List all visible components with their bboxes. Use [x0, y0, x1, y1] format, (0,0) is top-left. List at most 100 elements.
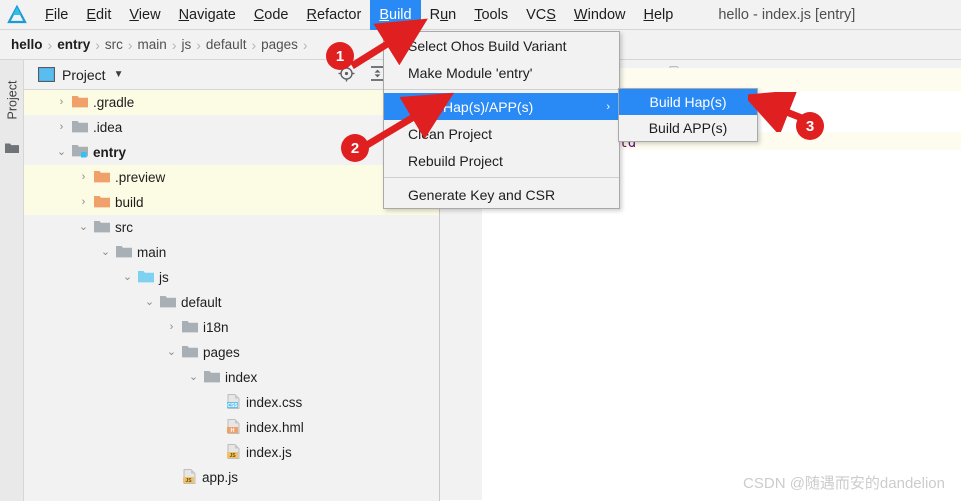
tree-row-label: build	[115, 195, 144, 210]
menu-item-window[interactable]: Window	[565, 0, 635, 30]
breadcrumb-item-default[interactable]: default	[203, 37, 250, 52]
tree-row[interactable]: ⌄ main	[24, 240, 439, 265]
tree-row[interactable]: › .gradle	[24, 90, 439, 115]
tree-row[interactable]: ⌄ default	[24, 290, 439, 315]
breadcrumb-item-hello[interactable]: hello	[8, 37, 46, 52]
menu-item-file[interactable]: File	[36, 0, 77, 30]
menu-mnemonic: F	[45, 6, 54, 23]
breadcrumb-item-main[interactable]: main	[135, 37, 170, 52]
menu-item-edit[interactable]: Edit	[77, 0, 120, 30]
svg-text:H: H	[231, 427, 235, 433]
tree-row[interactable]: ⌄ entry	[24, 140, 439, 165]
build-menu-item-generate-key-and-csr[interactable]: Generate Key and CSR	[384, 181, 619, 208]
svg-text:JS: JS	[185, 477, 192, 483]
tree-row[interactable]: JS app.js	[24, 465, 439, 490]
menu-item-vcs[interactable]: VCS	[517, 0, 565, 30]
menu-item-help[interactable]: Help	[634, 0, 682, 30]
menu-item-view[interactable]: View	[120, 0, 169, 30]
menu-separator	[384, 89, 619, 90]
tree-row[interactable]: ⌄ js	[24, 265, 439, 290]
build-menu-item-label: Generate Key and CSR	[408, 186, 556, 203]
folder-icon[interactable]	[5, 142, 19, 157]
build-submenu-item-build-hap-s[interactable]: Build Hap(s)	[619, 89, 757, 115]
chevron-right-icon: ›	[606, 100, 610, 113]
chevron-right-icon[interactable]: ›	[78, 172, 89, 183]
menu-bar: File Edit View Navigate Code Refactor Build Run…	[0, 0, 961, 30]
breadcrumb-item-pages[interactable]: pages	[258, 37, 301, 52]
menu-items: File Edit View Navigate Code Refactor Build Run…	[36, 0, 682, 30]
folder-orange-icon	[94, 170, 110, 186]
menu-item-build[interactable]: Build	[370, 0, 421, 30]
folder-orange-icon	[72, 95, 88, 111]
annotation-badge-3: 3	[796, 112, 824, 140]
build-menu-item-select-ohos-build-variant[interactable]: Select Ohos Build Variant	[384, 32, 619, 59]
folder-module-icon	[72, 144, 88, 161]
tree-row-label: .preview	[115, 170, 166, 185]
build-menu-item-rebuild-project[interactable]: Rebuild Project	[384, 147, 619, 174]
breadcrumb-item-entry[interactable]: entry	[54, 37, 93, 52]
build-menu-dropdown[interactable]: Select Ohos Build Variant Make Module 'en…	[383, 31, 620, 209]
chevron-down-icon[interactable]: ▼	[114, 69, 124, 80]
chevron-right-icon[interactable]: ›	[56, 122, 67, 133]
tree-row[interactable]: ⌄ pages	[24, 340, 439, 365]
tool-window-tab-project[interactable]: Project	[0, 66, 24, 134]
breadcrumb-separator: ›	[196, 36, 201, 53]
build-submenu-item-build-app-s[interactable]: Build APP(s)	[619, 115, 757, 141]
chevron-down-icon[interactable]: ⌄	[100, 247, 111, 258]
menu-item-navigate[interactable]: Navigate	[170, 0, 245, 30]
project-panel: Project ▼ › .gradle › .idea ⌄ entry › .p…	[24, 60, 440, 501]
window-title: hello - index.js [entry]	[718, 6, 856, 23]
build-menu-item-label: Clean Project	[408, 125, 493, 142]
tree-row-label: .gradle	[93, 95, 135, 110]
folder-gray-icon	[204, 370, 220, 386]
folder-gray-icon	[116, 245, 132, 261]
chevron-down-icon[interactable]: ⌄	[144, 297, 155, 308]
chevron-right-icon[interactable]: ›	[166, 322, 177, 333]
tree-row[interactable]: › build	[24, 190, 439, 215]
tree-row[interactable]: ⌄ index	[24, 365, 439, 390]
menu-mnemonic: T	[474, 6, 482, 23]
tree-row-label: .idea	[93, 120, 123, 135]
menu-item-code[interactable]: Code	[245, 0, 298, 30]
menu-mnemonic: C	[253, 6, 265, 23]
build-menu-item-build-hap-s-app-s[interactable]: Build Hap(s)/APP(s) ›	[384, 93, 619, 120]
folder-gray-icon	[72, 120, 88, 136]
breadcrumb-item-src[interactable]: src	[102, 37, 126, 52]
chevron-down-icon[interactable]: ⌄	[166, 347, 177, 358]
build-menu-item-clean-project[interactable]: Clean Project	[384, 120, 619, 147]
tree-row-label: index.js	[246, 445, 292, 460]
project-tree[interactable]: › .gradle › .idea ⌄ entry › .preview › build ⌄ src ⌄…	[24, 90, 439, 500]
tree-row-label: entry	[93, 145, 127, 160]
build-menu-item-label: Make Module 'entry'	[408, 64, 533, 81]
tree-row[interactable]: › .preview	[24, 165, 439, 190]
chevron-down-icon[interactable]: ⌄	[188, 372, 199, 383]
folder-gray-icon	[182, 320, 198, 336]
tree-row[interactable]: › .idea	[24, 115, 439, 140]
watermark-text: CSDN @随遇而安的dandelion	[743, 475, 945, 492]
tree-row[interactable]: JS index.js	[24, 440, 439, 465]
build-hap-app-submenu[interactable]: Build Hap(s) Build APP(s)	[618, 88, 758, 142]
folder-gray-icon	[94, 220, 110, 236]
breadcrumb-separator: ›	[171, 36, 177, 53]
breadcrumb-separator: ›	[302, 36, 308, 53]
build-menu-item-make-module-entry[interactable]: Make Module 'entry'	[384, 59, 619, 86]
tree-row[interactable]: Hindex.hml	[24, 415, 439, 440]
breadcrumb-item-js[interactable]: js	[178, 37, 194, 52]
svg-text:JS: JS	[229, 452, 236, 458]
tree-row[interactable]: › i18n	[24, 315, 439, 340]
chevron-down-icon[interactable]: ⌄	[78, 222, 89, 233]
left-tool-strip: Project	[0, 60, 24, 501]
menu-item-tools[interactable]: Tools	[465, 0, 517, 30]
chevron-right-icon[interactable]: ›	[78, 197, 89, 208]
tree-row[interactable]: CSS index.css	[24, 390, 439, 415]
menu-item-run[interactable]: Run	[421, 0, 466, 30]
chevron-right-icon[interactable]: ›	[56, 97, 67, 108]
svg-text:CSS: CSS	[227, 402, 238, 408]
chevron-down-icon[interactable]: ⌄	[122, 272, 133, 283]
chevron-down-icon[interactable]: ⌄	[56, 147, 67, 158]
menu-mnemonic: H	[643, 6, 654, 23]
tree-row[interactable]: ⌄ src	[24, 215, 439, 240]
menu-item-refactor[interactable]: Refactor	[298, 0, 371, 30]
